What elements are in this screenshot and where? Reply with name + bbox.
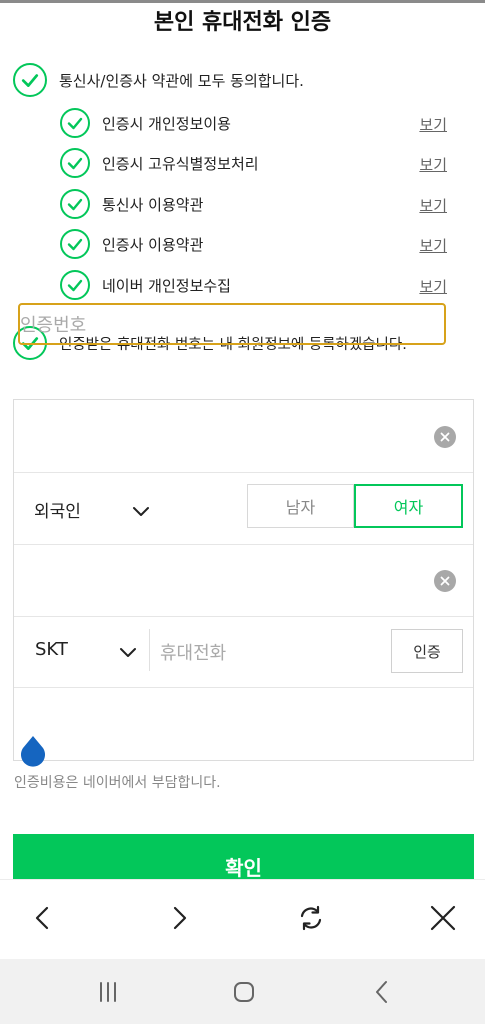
view-link[interactable]: 보기 <box>419 195 447 216</box>
agreement-label: 네이버 개인정보수집 <box>102 276 231 295</box>
check-icon[interactable] <box>60 189 90 219</box>
page-title: 본인 휴대전화 인증 <box>153 10 332 35</box>
verification-form: 외국인 남자 여자 SKT 휴대전화 인증 <box>13 399 474 761</box>
agreement-label: 인증시 개인정보이용 <box>102 114 231 133</box>
top-divider <box>0 0 485 3</box>
carrier-select[interactable]: SKT <box>35 639 68 660</box>
divider <box>149 629 150 671</box>
check-icon[interactable] <box>60 270 90 300</box>
agree-all-label: 통신사/인증사 약관에 모두 동의합니다. <box>59 71 304 90</box>
home-icon[interactable] <box>224 977 264 1007</box>
cost-note: 인증비용은 네이버에서 부담합니다. <box>14 775 221 791</box>
view-link[interactable]: 보기 <box>419 154 447 175</box>
clear-icon[interactable] <box>434 570 456 592</box>
nationality-select[interactable]: 외국인 <box>34 497 81 522</box>
gender-male-button[interactable]: 남자 <box>247 484 354 528</box>
agreement-label: 인증시 고유식별정보처리 <box>102 154 259 173</box>
view-link[interactable]: 보기 <box>419 276 447 297</box>
agreement-item-unique-id[interactable]: 인증시 고유식별정보처리 <box>60 148 259 178</box>
agreement-item-naver-privacy[interactable]: 네이버 개인정보수집 <box>60 270 231 300</box>
agreement-item-carrier-terms[interactable]: 통신사 이용약관 <box>60 189 203 219</box>
recent-apps-icon[interactable] <box>88 977 128 1007</box>
forward-icon[interactable] <box>157 896 201 940</box>
birthdate-input[interactable] <box>14 545 473 617</box>
check-icon[interactable] <box>13 63 47 97</box>
back-icon[interactable] <box>21 896 65 940</box>
agree-all-row[interactable]: 통신사/인증사 약관에 모두 동의합니다. <box>13 63 304 97</box>
gender-female-button[interactable]: 여자 <box>354 484 463 528</box>
view-link[interactable]: 보기 <box>419 235 447 256</box>
phone-input[interactable]: 휴대전화 <box>160 639 226 665</box>
name-input[interactable] <box>14 400 473 473</box>
auth-code-input[interactable]: 인증번호 <box>18 303 446 345</box>
browser-toolbar <box>0 879 485 959</box>
phone-row: SKT 휴대전화 인증 <box>14 617 473 688</box>
check-icon[interactable] <box>60 148 90 178</box>
check-icon[interactable] <box>60 108 90 138</box>
text-cursor-handle-icon[interactable] <box>19 734 47 768</box>
nationality-gender-row: 외국인 남자 여자 <box>14 473 473 545</box>
view-link[interactable]: 보기 <box>419 114 447 135</box>
check-icon[interactable] <box>60 229 90 259</box>
chevron-down-icon[interactable] <box>132 503 150 522</box>
chevron-down-icon[interactable] <box>119 644 137 663</box>
agreement-item-auth-terms[interactable]: 인증사 이용약관 <box>60 229 203 259</box>
agreement-item-privacy-use[interactable]: 인증시 개인정보이용 <box>60 108 231 138</box>
system-navigation-bar <box>0 959 485 1024</box>
auth-code-placeholder: 인증번호 <box>20 315 87 336</box>
back-icon[interactable] <box>362 977 402 1007</box>
request-auth-button[interactable]: 인증 <box>391 629 463 673</box>
agreement-label: 인증사 이용약관 <box>102 235 204 254</box>
gender-toggle: 남자 여자 <box>247 484 463 528</box>
clear-icon[interactable] <box>434 426 456 448</box>
refresh-icon[interactable] <box>289 896 333 940</box>
close-icon[interactable] <box>421 896 465 940</box>
agreement-label: 통신사 이용약관 <box>102 195 204 214</box>
